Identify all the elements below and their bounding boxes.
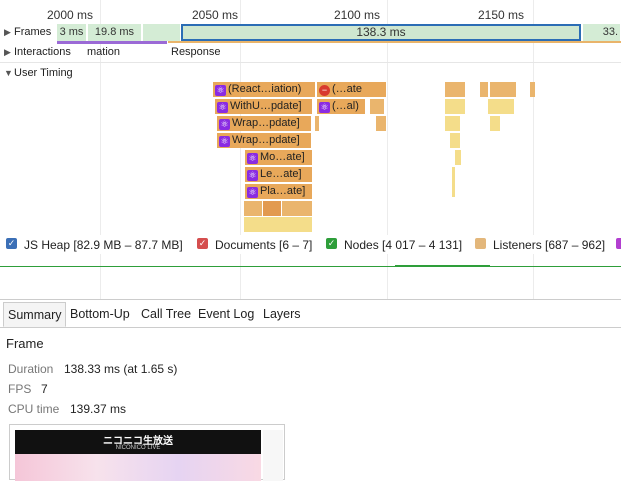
flame-fragment[interactable] — [376, 116, 386, 131]
flame-fragment[interactable] — [315, 116, 319, 131]
interaction-mark-label: mation — [87, 46, 121, 58]
tab-call-tree[interactable]: Call Tree — [137, 302, 195, 327]
documents-checkbox[interactable]: ✓ — [197, 238, 208, 249]
ruler-tick: 2150 ms — [478, 8, 525, 22]
flame-block[interactable]: − (…ate — [317, 82, 386, 97]
frame-cell[interactable]: 33. — [583, 24, 621, 41]
response-label: Response — [171, 46, 221, 58]
user-timing-row-label[interactable]: ▼User Timing — [4, 67, 73, 79]
flame-fragment[interactable] — [490, 116, 500, 131]
flame-fragment[interactable] — [370, 99, 384, 114]
flame-fragment[interactable] — [263, 201, 281, 216]
tab-summary[interactable]: Summary — [3, 302, 67, 327]
flame-fragment[interactable] — [244, 217, 312, 232]
video-preview — [15, 454, 261, 481]
duration-value: 138.33 ms (at 1.65 s) — [64, 362, 178, 376]
screenshot-sidebar — [263, 430, 283, 481]
ruler-tick: 2100 ms — [334, 8, 381, 22]
frames-row-label[interactable]: ▶ Frames — [4, 26, 51, 38]
response-bar[interactable] — [168, 41, 621, 43]
nodes-checkbox[interactable]: ✓ — [326, 238, 337, 249]
cpu-time-value: 139.37 ms — [70, 402, 127, 416]
collapse-triangle-icon[interactable]: ▼ — [4, 68, 14, 78]
niconico-sublogo: NICONICO LIVE — [115, 445, 161, 451]
flame-fragment[interactable] — [445, 82, 465, 97]
flame-fragment[interactable] — [480, 82, 488, 97]
tab-bottom-up[interactable]: Bottom-Up — [66, 302, 134, 327]
flame-block[interactable]: ⚛ Pla…ate] — [245, 184, 312, 199]
flame-block[interactable]: ⚛ (React…iation) — [213, 82, 315, 97]
memory-counters: ✓ JS Heap [82.9 MB – 87.7 MB] ✓ Document… — [0, 236, 621, 254]
flame-fragment[interactable] — [455, 150, 461, 165]
flame-fragment[interactable] — [450, 133, 460, 148]
time-ruler[interactable]: 2000 ms 2050 ms 2100 ms 2150 ms — [0, 0, 621, 235]
frame-cell[interactable]: 3 ms — [57, 24, 87, 41]
row-divider — [0, 62, 621, 63]
details-tabs: Summary Bottom-Up Call Tree Event Log La… — [0, 302, 621, 328]
listeners-label: Listeners [687 – 962] — [493, 238, 606, 252]
frame-cell[interactable]: 19.8 ms — [88, 24, 142, 41]
react-icon: ⚛ — [247, 153, 258, 164]
expand-triangle-icon[interactable]: ▶ — [4, 27, 14, 38]
expand-triangle-icon[interactable]: ▶ — [4, 47, 14, 58]
react-icon: ⚛ — [319, 102, 330, 113]
flame-fragment[interactable] — [452, 167, 455, 197]
warning-stop-icon: − — [319, 85, 330, 96]
documents-label: Documents [6 – 7] — [215, 238, 313, 252]
screenshot-header: ニコニコ生放送 NICONICO LIVE — [15, 430, 261, 481]
flame-block[interactable]: ⚛ Le…ate] — [245, 167, 312, 182]
tab-event-log[interactable]: Event Log — [194, 302, 258, 327]
ruler-tick: 2000 ms — [47, 8, 94, 22]
flame-fragment[interactable] — [282, 201, 312, 216]
interactions-row-label[interactable]: ▶ Interactions — [4, 46, 71, 58]
flame-fragment[interactable] — [244, 201, 262, 216]
nodes-label: Nodes [4 017 – 4 131] — [344, 238, 463, 252]
js-heap-label: JS Heap [82.9 MB – 87.7 MB] — [24, 238, 183, 252]
flame-block[interactable]: ⚛ Wrap…pdate] — [217, 133, 311, 148]
react-icon: ⚛ — [247, 187, 258, 198]
react-icon: ⚛ — [217, 102, 228, 113]
flame-block[interactable]: ⚛ Wrap…pdate] — [217, 116, 311, 131]
js-heap-checkbox[interactable]: ✓ — [6, 238, 17, 249]
flame-fragment[interactable] — [445, 116, 460, 131]
flame-block[interactable]: ⚛ Mo…ate] — [245, 150, 312, 165]
gpu-checkbox[interactable] — [616, 238, 621, 249]
react-icon: ⚛ — [219, 119, 230, 130]
interaction-bar[interactable] — [57, 41, 167, 44]
flame-block[interactable]: ⚛ WithU…pdate] — [215, 99, 312, 114]
react-icon: ⚛ — [215, 85, 226, 96]
frame-screenshot: ニコニコ生放送 NICONICO LIVE — [9, 424, 285, 481]
duration-label: Duration — [8, 362, 54, 376]
counter-graph — [0, 254, 621, 300]
tab-layers[interactable]: Layers — [259, 302, 305, 327]
summary-title: Frame — [6, 336, 44, 351]
flame-fragment[interactable] — [530, 82, 535, 97]
flame-fragment[interactable] — [490, 82, 516, 97]
fps-value: 7 — [41, 382, 48, 396]
flame-fragment[interactable] — [488, 99, 514, 114]
frame-cell[interactable] — [143, 24, 181, 41]
listeners-checkbox[interactable] — [475, 238, 486, 249]
react-icon: ⚛ — [247, 170, 258, 181]
react-icon: ⚛ — [219, 136, 230, 147]
frames-track[interactable]: ▶ Frames 3 ms 19.8 ms 138.3 ms 33. — [0, 24, 621, 41]
ruler-tick: 2050 ms — [192, 8, 239, 22]
selected-frame[interactable]: 138.3 ms — [181, 24, 581, 41]
flame-fragment[interactable] — [445, 99, 465, 114]
fps-label: FPS — [8, 382, 32, 396]
cpu-time-label: CPU time — [8, 402, 60, 416]
flame-block[interactable]: ⚛ (…al) — [317, 99, 365, 114]
